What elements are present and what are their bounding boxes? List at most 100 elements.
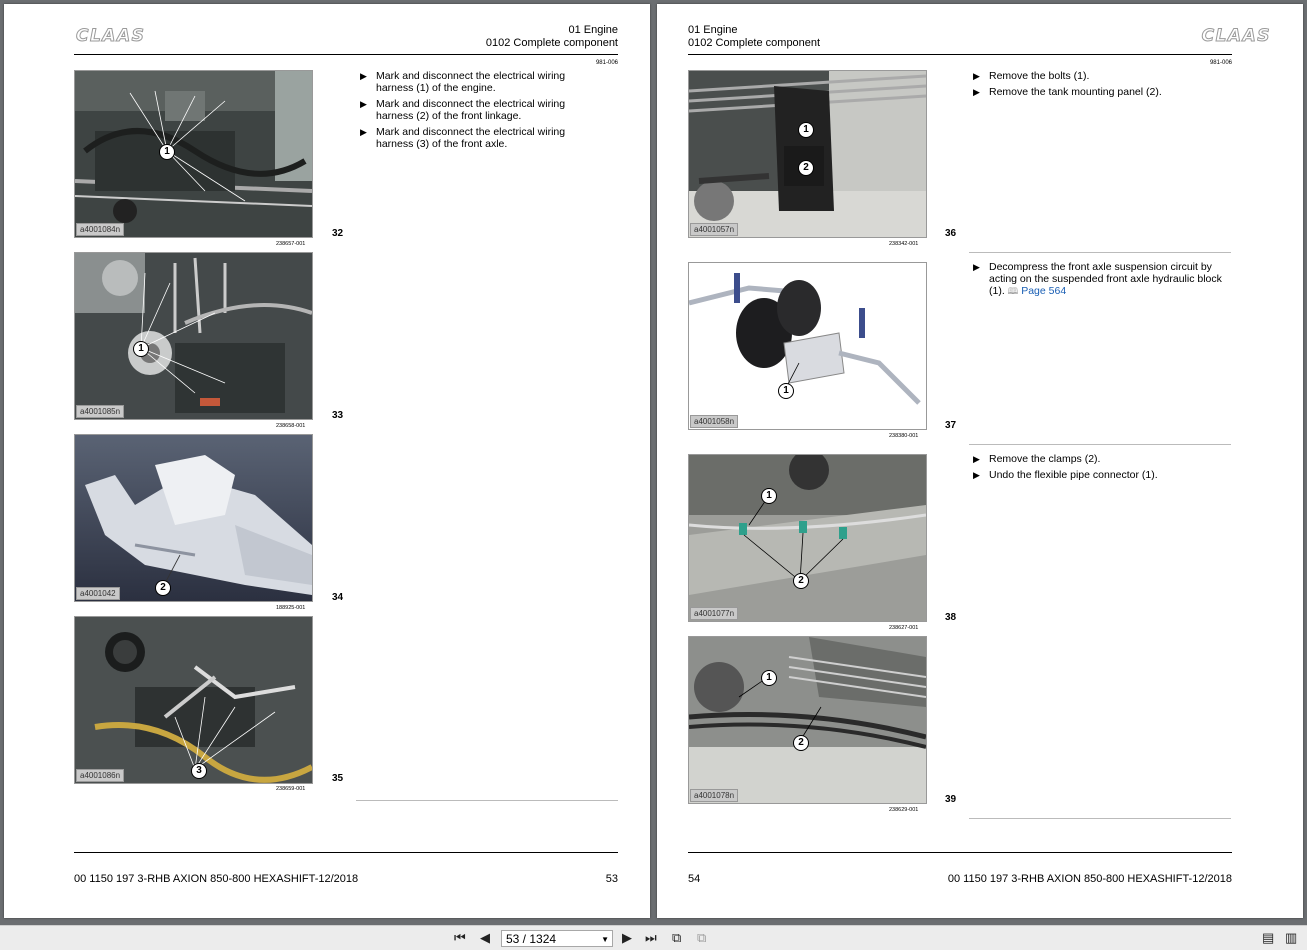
fit-width-icon[interactable]: ⧉ [697, 930, 706, 946]
figure-ref: 238657-001 [276, 241, 306, 247]
callout-1: 1 [761, 670, 777, 686]
figure-number: 39 [945, 794, 957, 805]
two-page-view-icon[interactable]: ▥ [1285, 930, 1297, 946]
instruction-group-3: ▶ Remove the clamps (2). ▶ Undo the flex… [973, 453, 1223, 485]
callout-2: 2 [793, 735, 809, 751]
figure-tag: a4001078n [690, 789, 739, 802]
bullet-arrow-icon: ▶ [973, 262, 980, 272]
doc-code: 981-006 [595, 60, 618, 66]
page-number: 53 [605, 873, 618, 885]
bullet-arrow-icon: ▶ [973, 87, 980, 97]
figure-35-image: 3 a4001086n [74, 616, 313, 784]
page-link[interactable]: Page 564 [1021, 285, 1066, 297]
figure-39-image: 1 2 a4001078n [688, 636, 927, 804]
figure-ref: 238380-001 [889, 433, 919, 439]
callout-1: 1 [159, 144, 175, 160]
next-page-icon[interactable]: ▶ [622, 930, 632, 946]
instruction-step: ▶ Remove the bolts (1). [973, 70, 1090, 82]
figure-tag: a4001042 [76, 587, 120, 600]
bullet-arrow-icon: ▶ [973, 71, 980, 81]
callout-2: 2 [793, 573, 809, 589]
figure-ref: 188925-001 [276, 605, 306, 611]
instruction-step: ▶ Mark and disconnect the electrical wir… [360, 98, 566, 122]
instruction-group-1: ▶ Remove the bolts (1). ▶ Remove the tan… [973, 70, 1223, 102]
figure-ref: 238629-001 [889, 807, 919, 813]
figure-38-image: 1 2 a4001077n [688, 454, 927, 622]
figure-number: 38 [945, 612, 957, 623]
section-separator [969, 818, 1231, 819]
header-rule [74, 54, 618, 55]
footer-rule [74, 852, 618, 853]
document-viewer[interactable]: CLAAS 01 Engine 0102 Complete component … [0, 0, 1307, 925]
section-separator [969, 444, 1231, 445]
footer-rule [688, 852, 1232, 853]
page-54: 01 Engine 0102 Complete component CLAAS … [657, 4, 1303, 918]
figure-number: 33 [332, 410, 344, 421]
bullet-arrow-icon: ▶ [360, 71, 367, 81]
book-icon: 🕮 [1007, 286, 1019, 296]
figure-ref: 238659-001 [276, 786, 306, 792]
page-header: 01 Engine 0102 Complete component [486, 24, 618, 50]
instruction-step: ▶ Remove the tank mounting panel (2). [973, 86, 1162, 98]
page-header: 01 Engine 0102 Complete component [688, 24, 820, 50]
figure-32-image: 1 a4001084n [74, 70, 313, 238]
callout-2: 2 [155, 580, 171, 596]
figure-number: 35 [332, 773, 344, 784]
callout-1: 1 [133, 341, 149, 357]
instruction-list: ▶ Mark and disconnect the electrical wir… [360, 70, 580, 154]
figure-37-image: 1 a4001058n [688, 262, 927, 430]
instruction-step: ▶ Mark and disconnect the electrical wir… [360, 70, 566, 94]
figure-36-image: 1 2 a4001057n [688, 70, 927, 238]
figure-33-image: 1 a4001085n [74, 252, 313, 420]
bullet-arrow-icon: ▶ [360, 127, 367, 137]
footer-doc-title: 00 1150 197 3-RHB AXION 850-800 HEXASHIF… [74, 873, 359, 885]
callout-1: 1 [761, 488, 777, 504]
bullet-arrow-icon: ▶ [360, 99, 367, 109]
viewer-toolbar: ⏮ ◀ 53 / 1324 ▼ ▶ ⏭ ⧉ ⧉ ▤ ▥ [0, 925, 1307, 950]
figure-number: 37 [945, 420, 957, 431]
claas-logo: CLAAS [1201, 26, 1271, 47]
callout-3: 3 [191, 763, 207, 779]
claas-logo: CLAAS [75, 26, 146, 47]
doc-code: 981-006 [1209, 60, 1232, 66]
figure-34-image: 2 a4001042 [74, 434, 313, 602]
callout-1: 1 [798, 122, 814, 138]
callout-2: 2 [798, 160, 814, 176]
header-rule [688, 54, 1232, 55]
chapter-title: 01 Engine [568, 24, 618, 36]
figure-ref: 238627-001 [889, 625, 919, 631]
callout-1: 1 [778, 383, 794, 399]
figure-tag: a4001077n [690, 607, 739, 620]
figure-ref: 238658-001 [276, 423, 306, 429]
instruction-step: ▶ Decompress the front axle suspension c… [973, 261, 1222, 297]
page-number-input[interactable]: 53 / 1324 ▼ [501, 930, 613, 947]
figure-number: 34 [332, 592, 344, 603]
figure-number: 32 [332, 228, 344, 239]
previous-page-icon[interactable]: ◀ [480, 930, 490, 946]
section-title: 0102 Complete component [688, 37, 821, 49]
section-separator [969, 252, 1231, 253]
instruction-step: ▶ Undo the flexible pipe connector (1). [973, 469, 1158, 481]
figure-tag: a4001086n [76, 769, 125, 782]
bullet-arrow-icon: ▶ [973, 454, 980, 464]
page-number: 54 [688, 873, 701, 885]
figure-number: 36 [945, 228, 957, 239]
last-page-icon[interactable]: ⏭ [645, 930, 657, 946]
footer-doc-title: 00 1150 197 3-RHB AXION 850-800 HEXASHIF… [947, 873, 1232, 885]
section-title: 0102 Complete component [485, 37, 618, 49]
chevron-down-icon[interactable]: ▼ [601, 931, 609, 948]
single-page-view-icon[interactable]: ▤ [1262, 930, 1274, 946]
figure-ref: 238342-001 [889, 241, 919, 247]
instruction-step: ▶ Mark and disconnect the electrical wir… [360, 126, 566, 150]
section-separator [356, 800, 618, 801]
figure-tag: a4001058n [690, 415, 739, 428]
figure-tag: a4001057n [690, 223, 739, 236]
fit-page-icon[interactable]: ⧉ [672, 930, 681, 946]
figure-tag: a4001085n [76, 405, 125, 418]
chapter-title: 01 Engine [688, 24, 738, 36]
bullet-arrow-icon: ▶ [973, 470, 980, 480]
page-53: CLAAS 01 Engine 0102 Complete component … [4, 4, 650, 918]
instruction-group-2: ▶ Decompress the front axle suspension c… [973, 261, 1223, 301]
first-page-icon[interactable]: ⏮ [454, 930, 466, 946]
figure-tag: a4001084n [76, 223, 125, 236]
